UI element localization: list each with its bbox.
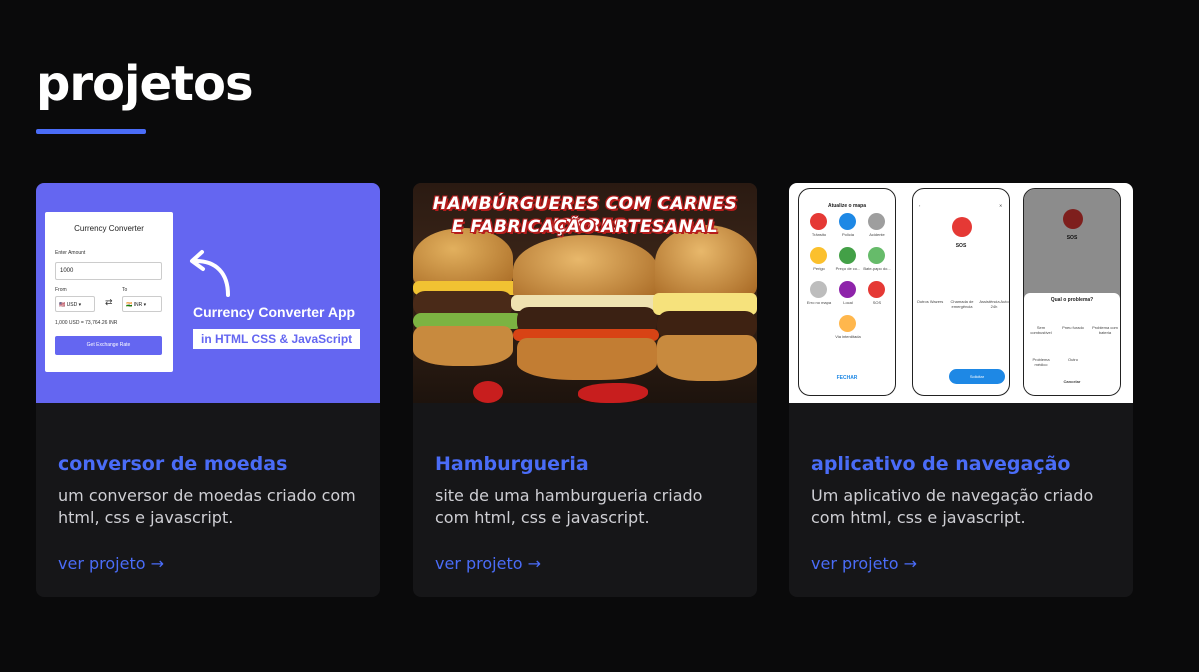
- phone-screen-sos: ‹ ✕ SOS Outros Wazers Chamada de emergên…: [912, 188, 1010, 396]
- to-currency: INR: [133, 302, 143, 308]
- problem-option: Sem combustível: [1030, 325, 1052, 335]
- report-label: Local: [843, 300, 853, 305]
- get-exchange-rate-button: Get Exchange Rate: [55, 336, 162, 355]
- project-card-currency-converter[interactable]: Currency Converter Enter Amount 1000 Fro…: [36, 183, 380, 597]
- amount-label: Enter Amount: [55, 250, 86, 256]
- map-error-icon: [810, 281, 827, 298]
- from-currency: USD: [66, 302, 78, 308]
- report-label: Polícia: [841, 232, 854, 237]
- report-label: Acidente: [869, 232, 885, 237]
- exchange-result: 1,000 USD = 73,764.26 INR: [55, 320, 118, 326]
- request-button: Solicitar: [949, 369, 1005, 384]
- project-title: conversor de moedas: [58, 453, 288, 475]
- sos-option: Outros Wazers: [916, 299, 944, 304]
- project-card-navigation-app[interactable]: Atualize o mapa Trânsito Polícia Acident…: [789, 183, 1133, 597]
- screen-title: SOS: [955, 243, 967, 249]
- sos-option: Assistência Auto 24h: [979, 299, 1009, 309]
- problem-option: Problema médico: [1032, 357, 1050, 367]
- from-select: 🇺🇸 USD ▾: [55, 296, 95, 312]
- to-label: To: [122, 287, 128, 293]
- problem-option: Problema com bateria: [1092, 325, 1118, 335]
- swap-icon: ⇄: [105, 298, 113, 308]
- close-button: FECHAR: [836, 375, 858, 381]
- cancel-button: Cancelar: [1063, 379, 1081, 384]
- hazard-icon: [810, 247, 827, 264]
- project-thumbnail[interactable]: Currency Converter Enter Amount 1000 Fro…: [36, 183, 380, 403]
- report-label: Bate-papo do...: [863, 266, 891, 271]
- report-label: Perigo: [813, 266, 825, 271]
- to-select: 🇮🇳 INR ▾: [122, 296, 162, 312]
- view-project-link[interactable]: ver projeto →: [811, 554, 917, 573]
- view-project-link[interactable]: ver projeto →: [58, 554, 164, 573]
- report-label: Erro no mapa: [806, 300, 832, 305]
- project-title: Hamburgueria: [435, 453, 589, 475]
- thumbnail-headline-2: E FABRICAÇÃO ARTESANAL: [451, 217, 719, 237]
- project-description: Um aplicativo de navegação criado com ht…: [811, 486, 1094, 527]
- sos-icon: [868, 281, 885, 298]
- problem-option: Pneu furado: [1062, 325, 1084, 330]
- converter-title: Currency Converter: [74, 224, 144, 233]
- close-icon: ✕: [999, 203, 1003, 208]
- burger-bottom-bun: [517, 338, 657, 380]
- project-description: um conversor de moedas criado com html, …: [58, 486, 356, 527]
- chat-icon: [868, 247, 885, 264]
- sos-icon: [952, 217, 972, 237]
- sos-option: Chamada de emergência: [950, 299, 974, 309]
- screen-title: Atualize o mapa: [827, 203, 867, 209]
- traffic-icon: [810, 213, 827, 230]
- pepper-image: [473, 381, 503, 403]
- burger-bottom-bun: [657, 335, 757, 381]
- section-title: projetos: [36, 56, 254, 112]
- project-title: aplicativo de navegação: [811, 453, 1071, 475]
- fuel-price-icon: [839, 247, 856, 264]
- back-icon: ‹: [919, 203, 921, 208]
- sheet-title: Qual o problema?: [1050, 297, 1094, 303]
- view-project-link[interactable]: ver projeto →: [435, 554, 541, 573]
- title-underline: [36, 129, 146, 134]
- phone-screen-problem: SOS Qual o problema? Sem combustível Pne…: [1023, 188, 1121, 396]
- report-label: Trânsito: [811, 232, 827, 237]
- converter-panel: Currency Converter Enter Amount 1000 Fro…: [45, 212, 173, 372]
- project-thumbnail[interactable]: Atualize o mapa Trânsito Polícia Acident…: [789, 183, 1133, 403]
- report-label: Via interditada: [835, 334, 861, 339]
- report-label: SOS: [872, 300, 882, 305]
- project-thumbnail[interactable]: HAMBÚRGUERES COM CARNES NOBRES E FABRICA…: [413, 183, 757, 403]
- project-description: site de uma hamburgueria criado com html…: [435, 486, 703, 527]
- phone-screen-report: Atualize o mapa Trânsito Polícia Acident…: [798, 188, 896, 396]
- thumbnail-heading: Currency Converter App: [193, 304, 356, 320]
- accident-icon: [868, 213, 885, 230]
- problem-option: Outro: [1067, 357, 1078, 362]
- pepper-image: [578, 383, 648, 403]
- amount-input: 1000: [55, 262, 162, 280]
- curved-arrow-icon: [190, 250, 230, 297]
- road-closed-icon: [839, 315, 856, 332]
- police-icon: [839, 213, 856, 230]
- place-icon: [839, 281, 856, 298]
- thumbnail-subheading: in HTML CSS & JavaScript: [193, 329, 361, 349]
- report-label: Preço de co...: [835, 266, 861, 271]
- from-label: From: [55, 287, 67, 293]
- problem-sheet: Qual o problema? Sem combustível Pneu fu…: [1024, 293, 1120, 395]
- project-card-hamburgueria[interactable]: HAMBÚRGUERES COM CARNES NOBRES E FABRICA…: [413, 183, 757, 597]
- burger-bottom-bun: [413, 326, 513, 366]
